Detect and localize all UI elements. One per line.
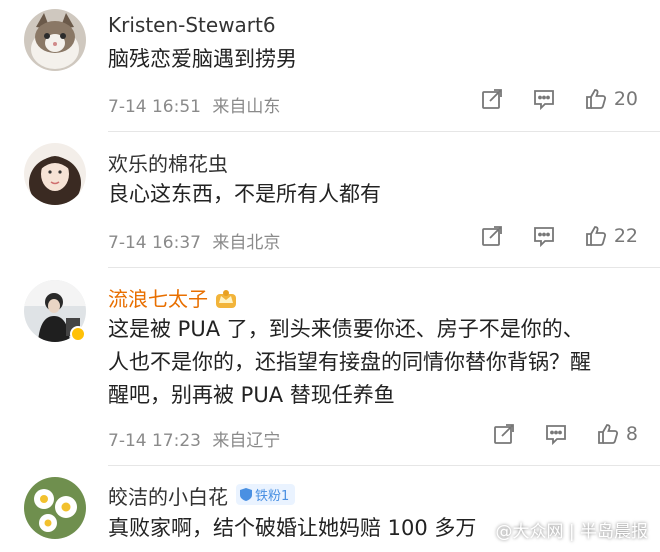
verified-badge — [70, 326, 86, 342]
comment-location: 来自辽宁 — [212, 431, 281, 451]
comment-text: 脑残恋爱脑遇到捞男 — [108, 47, 297, 71]
like-icon — [585, 226, 606, 246]
comment-icon — [546, 425, 566, 446]
comment-time: 7-14 16:37 — [108, 233, 201, 253]
comment-text-line: 人也不是你的，还指望有接盘的同情你替你背锅？醒 — [108, 350, 591, 374]
username[interactable]: 流浪七太子 — [108, 283, 238, 315]
comment-location: 来自北京 — [212, 233, 281, 253]
avatar[interactable] — [24, 477, 86, 539]
comment-meta: 7-14 16:51 来自山东 — [108, 92, 280, 117]
comment-text: 这是被 PUA 了，到头来债要你还、房子不是你的、 人也不是你的，还指望有接盘的… — [108, 313, 648, 412]
shield-icon — [240, 488, 252, 501]
username-text: 流浪七太子 — [108, 287, 208, 311]
comment-item: 欢乐的棉花虫 良心这东西，不是所有人都有 7-14 16:37 来自北京 22 — [0, 132, 660, 268]
comment-icon — [533, 227, 554, 248]
username[interactable]: 皎洁的小白花 铁粉1 — [108, 481, 296, 510]
fan-badge-label: 铁粉1 — [255, 489, 290, 504]
comment-text: 良心这东西，不是所有人都有 — [108, 182, 381, 206]
like-button[interactable]: 8 — [596, 422, 638, 446]
username-text: 皎洁的小白花 — [108, 485, 228, 509]
share-icon — [481, 226, 502, 246]
share-icon — [481, 89, 502, 109]
like-icon — [598, 424, 618, 444]
like-count: 22 — [613, 225, 638, 247]
comment-time: 7-14 17:23 — [108, 431, 201, 451]
username[interactable]: Kristen-Stewart6 — [108, 13, 276, 37]
comment-item: 流浪七太子 这是被 PUA 了，到头来债要你还、房子不是你的、 人也不是你的，还… — [0, 268, 660, 466]
comment-time: 7-14 16:51 — [108, 97, 201, 117]
like-button[interactable]: 20 — [584, 87, 638, 111]
fan-badge: 铁粉1 — [236, 484, 296, 505]
share-button[interactable] — [480, 87, 504, 111]
comment-actions: 20 — [452, 87, 638, 111]
comment-icon — [533, 90, 554, 111]
comment-text-line: 醒吧，别再被 PUA 替现任养鱼 — [108, 383, 395, 407]
comment-button[interactable] — [532, 87, 556, 111]
crown-badge-icon — [214, 288, 238, 315]
like-button[interactable]: 22 — [584, 224, 638, 248]
share-button[interactable] — [480, 224, 504, 248]
share-icon — [494, 424, 514, 444]
watermark: @大众网 | 半岛晨报 — [495, 522, 648, 542]
comment-item: Kristen-Stewart6 脑残恋爱脑遇到捞男 7-14 16:51 来自… — [0, 0, 660, 132]
comment-text-line: 这是被 PUA 了，到头来债要你还、房子不是你的、 — [108, 317, 584, 341]
username[interactable]: 欢乐的棉花虫 — [108, 148, 228, 177]
comment-meta: 7-14 17:23 来自辽宁 — [108, 426, 280, 451]
like-icon — [585, 89, 606, 109]
comment-location: 来自山东 — [212, 97, 281, 117]
avatar[interactable] — [24, 9, 86, 71]
avatar[interactable] — [24, 143, 86, 205]
comment-button[interactable] — [532, 224, 556, 248]
comment-actions: 22 — [452, 224, 638, 248]
comment-button[interactable] — [544, 422, 568, 446]
comment-actions: 8 — [464, 422, 638, 446]
share-button[interactable] — [492, 422, 516, 446]
like-count: 8 — [625, 423, 638, 445]
comment-meta: 7-14 16:37 来自北京 — [108, 228, 280, 253]
like-count: 20 — [613, 88, 638, 110]
